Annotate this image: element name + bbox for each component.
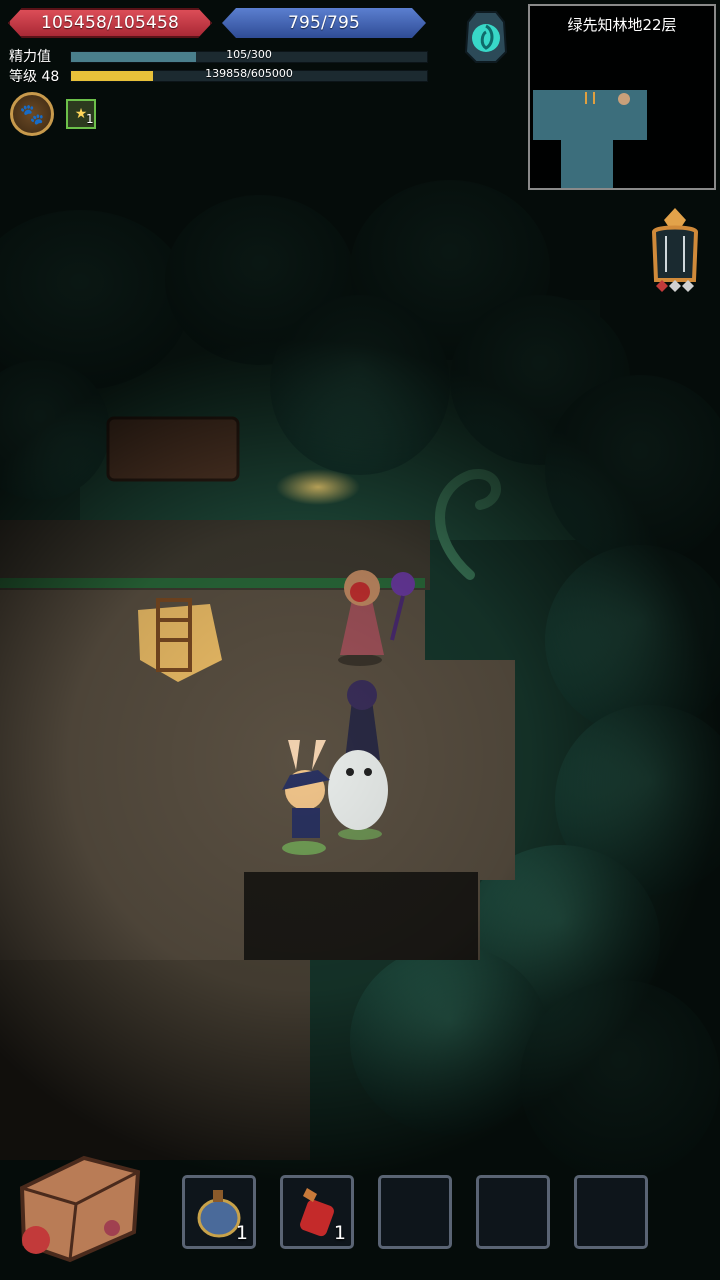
minimap-room [595,108,647,140]
energy-value: 105/300 [226,48,272,61]
energy-label: 精力值 [9,49,51,65]
mp-text: 795/795 [287,13,361,33]
buff-count: 1 [86,112,94,126]
minimap-ladder-icon [585,92,595,104]
hp-bar: 105458/105458 [8,8,212,38]
quick-slot-1-qty: 1 [235,1222,248,1244]
portal-icon[interactable] [460,8,512,66]
quick-slot-4[interactable] [476,1175,550,1249]
level-label: 等级 48 [9,69,60,85]
relic-lantern-icon[interactable] [642,206,708,296]
paw-icon: 🐾 [19,102,45,126]
quick-slot-1[interactable]: 1 [182,1175,256,1249]
quick-slot-3[interactable] [378,1175,452,1249]
exp-value: 139858/605000 [205,67,293,80]
energy-bar: 105/300 [70,48,428,63]
quick-slot-2-qty: 1 [333,1222,346,1244]
exp-bar: 139858/605000 [70,67,428,82]
hp-text: 105458/105458 [40,13,180,33]
minimap-player-icon [618,93,630,105]
minimap-title: 绿先知林地22层 [567,16,677,34]
quick-slot-5[interactable] [574,1175,648,1249]
minimap[interactable]: 绿先知林地22层 [528,4,716,190]
quick-slot-2[interactable]: 1 [280,1175,354,1249]
backpack-button[interactable] [14,1148,144,1266]
pet-paw-button[interactable]: 🐾 [10,92,54,136]
minimap-room [561,140,613,188]
mp-bar: 795/795 [222,8,426,38]
game-scene[interactable] [0,0,720,1280]
